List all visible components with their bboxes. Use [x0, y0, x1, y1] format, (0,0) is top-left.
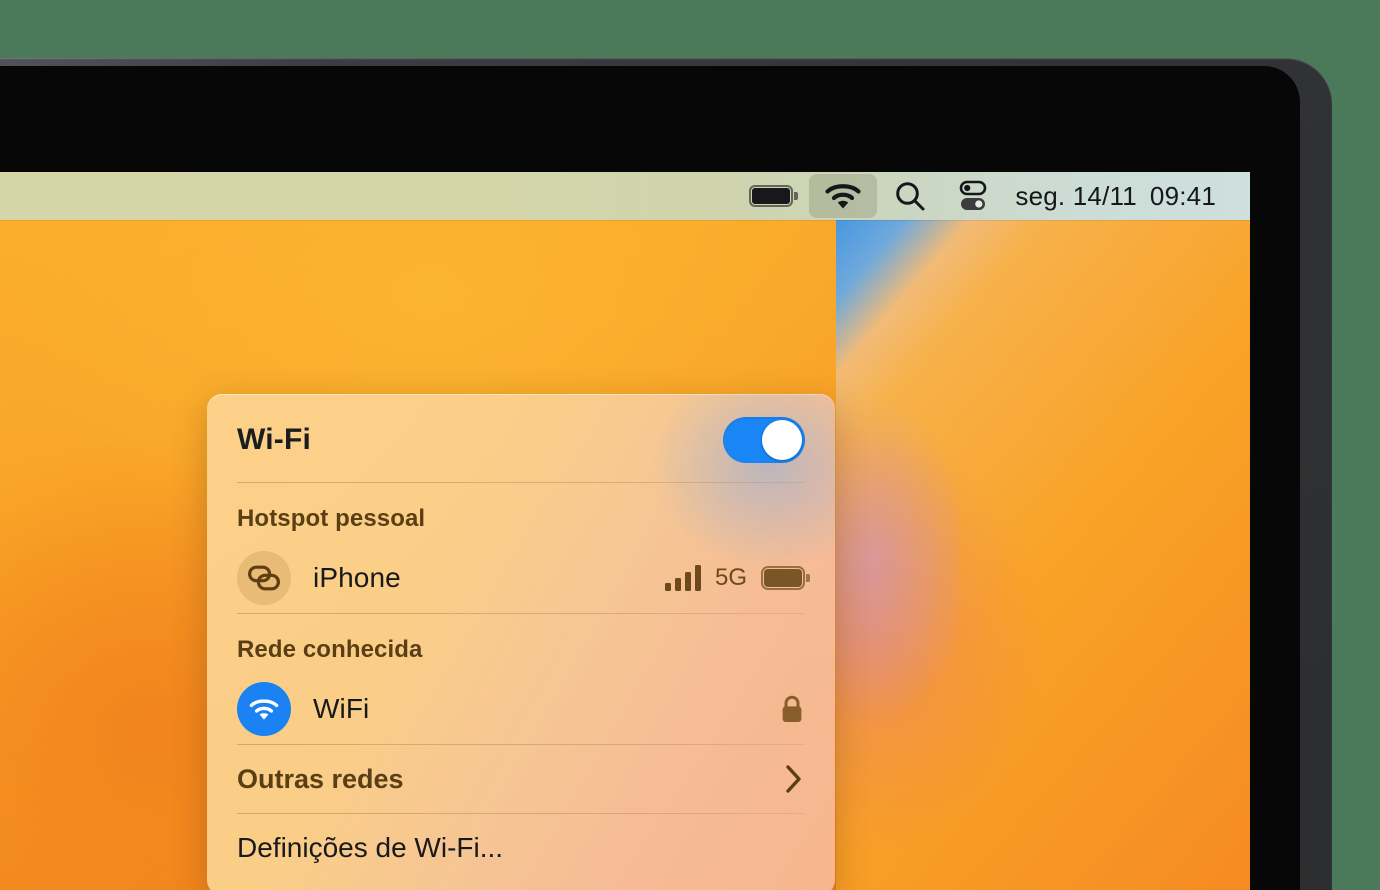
- wifi-settings-label: Definições de Wi-Fi...: [237, 832, 504, 863]
- chevron-right-icon: [786, 765, 801, 793]
- battery-icon: [749, 185, 799, 207]
- desktop-screen: seg. 14/11 09:41 Wi-Fi Hotspot pessoal i…: [0, 172, 1250, 890]
- known-network-section-title: Rede conhecida: [237, 636, 423, 663]
- wifi-icon: [237, 682, 291, 736]
- network-type-label: 5G: [714, 564, 747, 591]
- menubar-date: seg. 14/11: [1015, 180, 1137, 211]
- menubar-battery-status[interactable]: [735, 172, 807, 220]
- known-network-name: WiFi: [313, 693, 370, 724]
- menu-bar: seg. 14/11 09:41: [0, 172, 1250, 220]
- control-center-icon: [960, 180, 987, 210]
- lock-icon: [782, 695, 802, 722]
- search-icon: [896, 182, 925, 211]
- menubar-clock[interactable]: seg. 14/11 09:41: [1005, 181, 1216, 212]
- menubar-wifi-button[interactable]: [809, 174, 878, 218]
- hotspot-device-row[interactable]: iPhone 5G: [237, 543, 810, 613]
- menubar-time: 09:41: [1149, 180, 1216, 211]
- toggle-knob: [762, 420, 802, 460]
- wifi-icon: [825, 184, 862, 209]
- wifi-settings-row[interactable]: Definições de Wi-Fi...: [237, 814, 805, 882]
- menubar-spotlight-button[interactable]: [879, 172, 941, 220]
- other-networks-label: Outras redes: [237, 763, 404, 794]
- hotspot-section-title: Hotspot pessoal: [237, 505, 426, 532]
- wifi-dropdown-panel: Wi-Fi Hotspot pessoal iPhone 5G Rede con…: [207, 394, 835, 890]
- battery-icon: [761, 566, 810, 590]
- signal-strength-icon: [664, 565, 701, 591]
- wifi-header-row: Wi-Fi: [237, 394, 805, 482]
- menubar-control-center-button[interactable]: [941, 172, 1005, 220]
- page-backdrop: seg. 14/11 09:41 Wi-Fi Hotspot pessoal i…: [0, 0, 1380, 890]
- known-network-row[interactable]: WiFi: [237, 674, 805, 744]
- panel-title: Wi-Fi: [237, 423, 312, 456]
- link-chain-icon: [237, 551, 291, 605]
- wifi-toggle-switch[interactable]: [723, 417, 805, 463]
- hotspot-device-name: iPhone: [313, 562, 401, 593]
- other-networks-row[interactable]: Outras redes: [237, 745, 805, 813]
